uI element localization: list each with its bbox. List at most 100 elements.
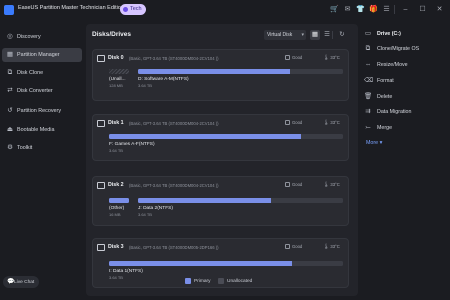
view-mode-select[interactable]: Virtual Disk ▾	[264, 30, 306, 40]
resize-icon: ⇔	[364, 61, 372, 68]
app-logo-icon	[4, 5, 14, 15]
title-bar: EaseUS Partition Master Technician Editi…	[0, 0, 450, 20]
partition-label: J: Data 2(NTFS)	[138, 206, 173, 211]
gift-icon[interactable]: 🎁	[369, 5, 378, 14]
grid-view-icon[interactable]: ▦	[310, 30, 320, 40]
disk-card-2[interactable]: Disk 2 (Basic, GPT-3.64 TB (ST4000DM004-…	[92, 176, 349, 226]
disks-panel: Disks/Drives Virtual Disk ▾ ▦ ☰ ↻ Disk 0…	[86, 24, 358, 296]
format-button[interactable]: ⌫ Format	[364, 75, 448, 87]
disk-temperature-value: 33°C	[330, 120, 340, 125]
sidebar-item-label: Partition Manager	[17, 52, 60, 58]
sidebar-item-label: Discovery	[17, 34, 41, 40]
clone-os-icon: ⧉	[365, 45, 371, 52]
partition-used-fill	[138, 69, 290, 74]
clone-migrate-os-button[interactable]: ⧉ Clone/Migrate OS	[364, 43, 448, 55]
tech-badge-label: Tech	[130, 6, 142, 12]
disk-health-value: Good	[292, 120, 303, 125]
disk-icon	[97, 55, 105, 62]
partition-label: (Unall...	[109, 77, 126, 82]
partition-label: F: Games A-F(NTFS)	[109, 142, 155, 147]
clone-icon: ⧉	[7, 69, 13, 76]
disk-name: Disk 0	[108, 55, 124, 61]
disk-name: Disk 2	[108, 182, 124, 188]
disk-temperature-value: 33°C	[330, 244, 340, 249]
convert-icon: ⇄	[7, 87, 13, 94]
operation-label: Delete	[377, 94, 393, 100]
sidebar-item-disk-converter[interactable]: ⇄ Disk Converter	[2, 84, 82, 98]
more-label: More	[366, 140, 379, 146]
sidebar-item-disk-clone[interactable]: ⧉ Disk Clone	[2, 66, 82, 80]
sidebar: ◎ Discovery ▦ Partition Manager ⧉ Disk C…	[0, 20, 84, 300]
chevron-down-icon: ▾	[301, 32, 304, 38]
operation-label: Data Migration	[377, 109, 412, 115]
disk-temperature: 🌡33°C	[323, 120, 340, 126]
resize-move-button[interactable]: ⇔ Resize/Move	[364, 59, 448, 71]
partition-legend: Primary Unallocated	[185, 276, 265, 286]
sidebar-item-toolkit[interactable]: ⚙ Toolkit	[2, 141, 82, 155]
disk-header: Disk 0 (Basic, GPT-3.64 TB (ST4000DM004-…	[97, 55, 347, 63]
delete-button[interactable]: 🗑 Delete	[364, 91, 448, 103]
health-icon	[285, 182, 290, 187]
disk-card-1[interactable]: Disk 1 (Basic, GPT-3.64 TB (ST4000DM004-…	[92, 114, 349, 161]
disk-info: (Basic, GPT-3.64 TB (ST4000DM004-2CV104 …	[129, 182, 219, 188]
partition-icon: ▦	[6, 51, 14, 58]
thermometer-icon: 🌡	[323, 244, 330, 250]
partition-j-data-2[interactable]: J: Data 2(NTFS) 3.64 TB	[138, 198, 343, 220]
selected-drive-label: Drive (C:)	[377, 31, 401, 37]
disk-name: Disk 1	[108, 120, 124, 126]
close-icon[interactable]: ✕	[435, 5, 444, 14]
selected-drive-header: ▭ Drive (C:)	[364, 28, 448, 40]
merge-button[interactable]: ⤚ Merge	[364, 122, 448, 134]
operation-label: Merge	[377, 125, 393, 131]
primary-swatch	[185, 278, 191, 284]
partition-d-software[interactable]: D: Software A-M(NTFS) 3.64 TB	[138, 69, 343, 91]
minimize-icon[interactable]: –	[401, 5, 410, 14]
partition-used-fill	[109, 134, 301, 139]
list-view-icon[interactable]: ☰	[322, 30, 332, 40]
disk-temperature-value: 33°C	[330, 55, 340, 60]
menu-icon[interactable]: ☰	[382, 5, 391, 14]
sidebar-item-discovery[interactable]: ◎ Discovery	[2, 30, 82, 44]
maximize-icon[interactable]: ☐	[418, 5, 427, 14]
sidebar-item-bootable-media[interactable]: ⏏ Bootable Media	[2, 123, 82, 137]
legend-primary-label: Primary	[194, 278, 211, 284]
disk-health: Good	[285, 120, 302, 125]
app-title: EaseUS Partition Master Technician Editi…	[18, 5, 124, 11]
sidebar-item-label: Disk Converter	[17, 88, 53, 94]
partition-size: 128 MB	[109, 83, 123, 88]
disk-info: (Basic, GPT-3.64 TB (ST4000DM005-2DP166 …	[129, 244, 219, 250]
partition-other[interactable]: (Other) 16 MB	[109, 198, 134, 220]
sidebar-item-label: Toolkit	[17, 145, 33, 151]
disk-temperature: 🌡33°C	[323, 55, 340, 61]
partition-label: I: Data 1(NTFS)	[109, 269, 143, 274]
partition-bar	[138, 198, 343, 203]
titlebar-divider	[394, 5, 395, 14]
disk-icon	[97, 182, 105, 189]
sidebar-item-partition-recovery[interactable]: ↺ Partition Recovery	[2, 104, 82, 118]
data-migration-button[interactable]: ⇉ Data Migration	[364, 106, 448, 118]
recovery-icon: ↺	[7, 107, 13, 114]
refresh-icon[interactable]: ↻	[337, 30, 347, 40]
live-chat-button[interactable]: 💬 Live Chat	[3, 276, 39, 288]
disk-name: Disk 3	[108, 244, 124, 250]
operation-label: Format	[377, 78, 394, 84]
merge-icon: ⤚	[365, 124, 371, 131]
partition-bar	[109, 261, 343, 266]
page-title: Disks/Drives	[92, 31, 132, 38]
disk-health-value: Good	[292, 244, 303, 249]
partition-used-fill	[138, 198, 272, 203]
sidebar-item-partition-manager[interactable]: ▦ Partition Manager	[2, 48, 82, 62]
shirt-icon[interactable]: 👕	[356, 5, 365, 14]
partition-f-games[interactable]: F: Games A-F(NTFS) 3.64 TB	[109, 134, 343, 156]
usb-icon: ⏏	[6, 126, 14, 133]
tech-badge[interactable]: Tech	[120, 4, 146, 15]
disk-card-0[interactable]: Disk 0 (Basic, GPT-3.64 TB (ST4000DM004-…	[92, 49, 349, 101]
cart-icon[interactable]: 🛒	[330, 5, 339, 14]
delete-icon: 🗑	[364, 93, 373, 100]
partition-bar	[138, 69, 343, 74]
partition-size: 3.64 TB	[109, 275, 123, 280]
more-operations-link[interactable]: More ▾	[366, 140, 382, 146]
partition-unallocated[interactable]: (Unall... 128 MB	[109, 69, 135, 91]
thermometer-icon: 🌡	[323, 120, 330, 126]
message-icon[interactable]: ✉	[343, 5, 352, 14]
